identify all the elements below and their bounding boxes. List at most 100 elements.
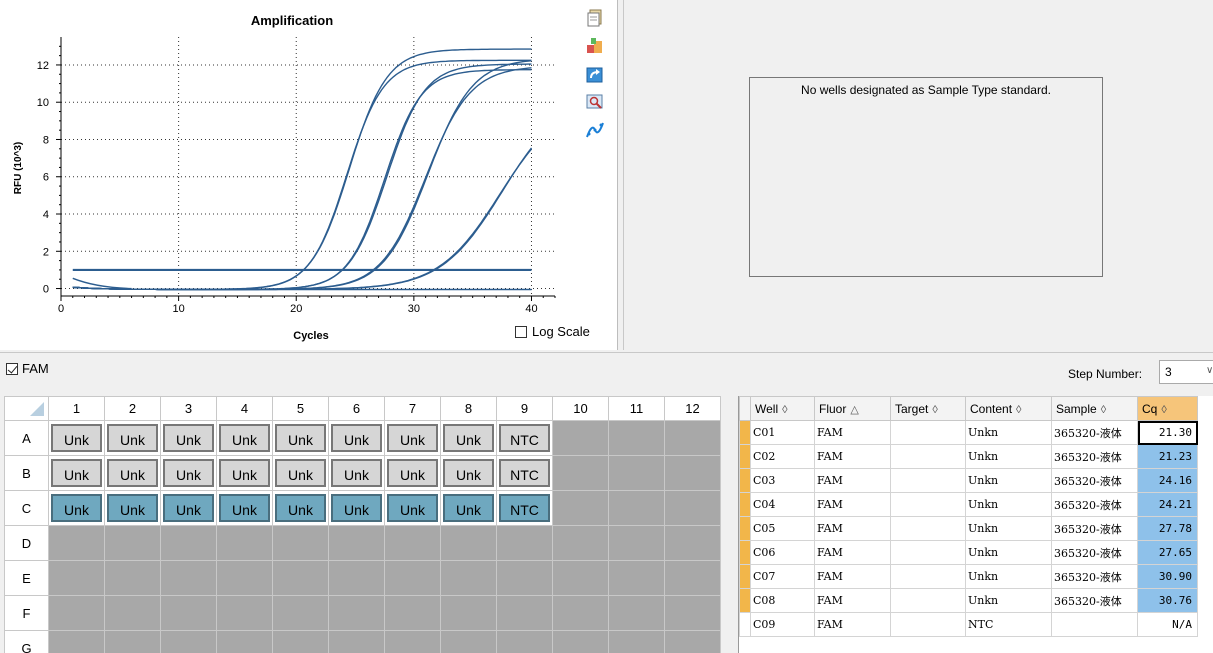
plate-well[interactable] [328,630,385,653]
results-header-well[interactable]: Well ◊ [750,396,815,421]
results-row[interactable]: C05 FAM Unkn 365320-液体 27.78 [739,516,1198,541]
results-header-sample[interactable]: Sample ◊ [1051,396,1138,421]
results-cell-target[interactable] [890,444,966,469]
results-cell-fluor[interactable]: FAM [814,540,891,565]
results-row[interactable]: C09 FAM NTC N/A [739,612,1198,637]
results-cell-well[interactable]: C05 [750,516,815,541]
plate-well[interactable] [608,525,665,561]
plate-row-header[interactable]: C [4,490,49,526]
plate-column-header[interactable]: 4 [216,396,273,421]
sort-icon[interactable]: ◊ [1016,404,1021,416]
plate-well[interactable] [496,595,553,631]
plate-well[interactable] [48,560,105,596]
plate-column-header[interactable]: 5 [272,396,329,421]
results-cell-cq[interactable]: 24.16 [1137,468,1198,493]
plate-well[interactable] [48,630,105,653]
results-header-target[interactable]: Target ◊ [890,396,966,421]
plate-well[interactable]: Unk [48,490,105,526]
plate-well[interactable] [384,595,441,631]
results-cell-content[interactable]: Unkn [965,516,1052,541]
plate-well[interactable]: Unk [440,420,497,456]
plate-well[interactable] [552,420,609,456]
plate-row-header[interactable]: B [4,455,49,491]
plate-well[interactable]: Unk [272,455,329,491]
plate-well[interactable]: Unk [216,490,273,526]
plate-row-header[interactable]: G [4,630,49,653]
plate-well[interactable] [216,525,273,561]
plate-well[interactable] [440,630,497,653]
plate-well[interactable] [608,420,665,456]
plate-row-header[interactable]: A [4,420,49,456]
results-cell-fluor[interactable]: FAM [814,588,891,613]
plate-well[interactable]: Unk [328,490,385,526]
results-header-cq[interactable]: Cq ◊ [1137,396,1198,421]
plate-well[interactable] [552,595,609,631]
results-cell-target[interactable] [890,564,966,589]
plate-well[interactable] [104,595,161,631]
plate-well[interactable] [160,560,217,596]
plate-well[interactable] [608,595,665,631]
results-row[interactable]: C07 FAM Unkn 365320-液体 30.90 [739,564,1198,589]
chevron-down-icon[interactable]: ∨ [1206,365,1213,376]
plate-well[interactable] [48,525,105,561]
plate-column-header[interactable]: 8 [440,396,497,421]
results-cell-sample[interactable]: 365320-液体 [1051,420,1138,445]
plate-well[interactable]: Unk [216,455,273,491]
results-cell-content[interactable]: Unkn [965,564,1052,589]
fam-checkbox[interactable] [6,362,18,375]
plate-well[interactable] [272,630,329,653]
sort-icon[interactable]: ◊ [1161,404,1166,416]
plate-column-header[interactable]: 3 [160,396,217,421]
results-cell-well[interactable]: C03 [750,468,815,493]
plate-well[interactable] [664,595,721,631]
plate-well[interactable] [552,455,609,491]
plate-well[interactable]: Unk [160,420,217,456]
plate-column-header[interactable]: 9 [496,396,553,421]
results-cell-cq[interactable]: 30.90 [1137,564,1198,589]
plate-well[interactable] [552,630,609,653]
plate-column-header[interactable]: 6 [328,396,385,421]
plate-well[interactable] [384,560,441,596]
plate-well[interactable] [496,560,553,596]
plate-well[interactable] [608,490,665,526]
plate-well[interactable] [664,455,721,491]
plate-well[interactable]: Unk [160,455,217,491]
plate-column-header[interactable]: 12 [664,396,721,421]
plate-well[interactable]: Unk [384,490,441,526]
results-cell-well[interactable]: C09 [750,612,815,637]
results-row[interactable]: C08 FAM Unkn 365320-液体 30.76 [739,588,1198,613]
plate-well[interactable] [440,560,497,596]
results-cell-content[interactable]: Unkn [965,492,1052,517]
results-cell-target[interactable] [890,612,966,637]
results-cell-sample[interactable]: 365320-液体 [1051,444,1138,469]
results-cell-cq[interactable]: N/A [1137,612,1198,637]
plate-well[interactable] [328,525,385,561]
plate-well[interactable]: Unk [384,455,441,491]
plate-well[interactable] [48,595,105,631]
plate-well[interactable]: Unk [104,490,161,526]
plate-well[interactable] [664,420,721,456]
plate-well[interactable]: Unk [328,455,385,491]
results-cell-well[interactable]: C06 [750,540,815,565]
plate-well[interactable] [272,525,329,561]
sort-icon[interactable]: △ [850,404,858,416]
plate-row-header[interactable]: F [4,595,49,631]
plate-well[interactable]: Unk [384,420,441,456]
results-cell-fluor[interactable]: FAM [814,564,891,589]
results-row[interactable]: C06 FAM Unkn 365320-液体 27.65 [739,540,1198,565]
results-cell-cq[interactable]: 30.76 [1137,588,1198,613]
results-cell-fluor[interactable]: FAM [814,612,891,637]
plate-well[interactable] [440,595,497,631]
plate-well[interactable] [272,595,329,631]
plate-well[interactable]: Unk [272,420,329,456]
results-cell-well[interactable]: C01 [750,420,815,445]
results-cell-cq[interactable]: 27.65 [1137,540,1198,565]
results-cell-cq[interactable]: 24.21 [1137,492,1198,517]
fluor-filter-fam[interactable]: FAM [6,361,49,376]
results-cell-well[interactable]: C08 [750,588,815,613]
plate-well[interactable]: NTC [496,455,553,491]
results-cell-fluor[interactable]: FAM [814,492,891,517]
results-cell-fluor[interactable]: FAM [814,444,891,469]
results-cell-sample[interactable] [1051,612,1138,637]
results-cell-content[interactable]: NTC [965,612,1052,637]
